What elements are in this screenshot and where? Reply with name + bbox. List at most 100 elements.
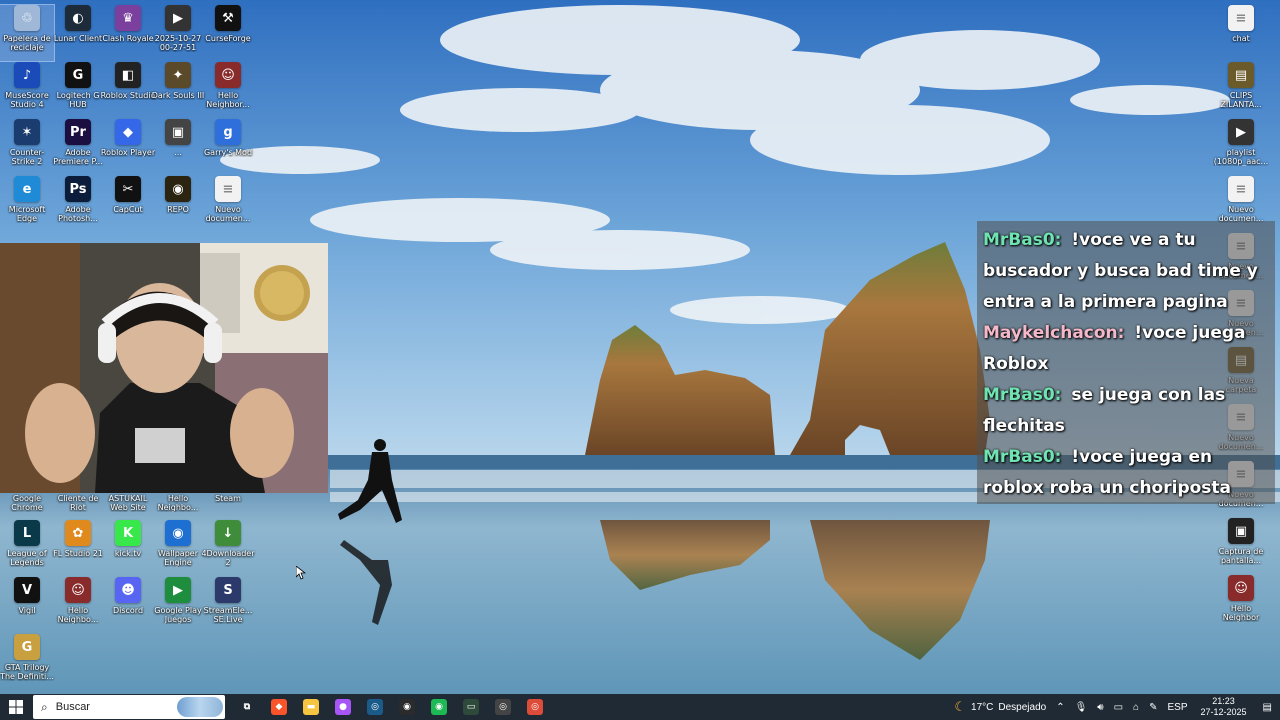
task-view-icon: ⧉ [239,699,255,715]
desktop-icon[interactable]: ♪ MuseScore Studio 4 [0,62,54,118]
pen-icon[interactable]: ✎ [1144,702,1162,713]
desktop-icon[interactable]: ☺ Hello Neighbor... [201,62,255,118]
desktop-icon-label: Adobe Premiere P... [53,148,103,166]
desktop-icon[interactable]: G GTA Trilogy The Definiti... [0,634,54,690]
downloader-icon: ↓ [215,520,241,546]
taskbar-app-button[interactable]: ◎ [487,694,519,720]
desktop-icon[interactable]: ◉ REPO [151,176,205,232]
desktop-icon-label: Lunar Client [53,34,103,43]
battery-icon[interactable]: ▭ [1109,702,1128,713]
desktop-icon-label: Discord [112,606,144,615]
desktop-icon-label: Google Play Juegos [154,606,202,624]
desktop-icon-label: 4Downloader 2 [201,549,255,567]
roblox-player-icon: ◆ [115,119,141,145]
taskbar-app-button[interactable]: ◎ [359,694,391,720]
text-document-icon: ≡ [1228,176,1254,202]
desktop-icon[interactable]: ⚒ CurseForge [201,5,255,61]
desktop-icon[interactable]: ▣ Captura de pantalla... [1214,518,1268,574]
desktop-icon-label: Dark Souls III [151,91,205,100]
gta-icon: G [14,634,40,660]
taskbar-search-box[interactable]: ⌕ Buscar [33,695,225,719]
network-icon[interactable]: ⌂ [1128,702,1144,713]
desktop-icon[interactable]: ▶ playlist (1080p_aac... [1214,119,1268,175]
spotify-icon: ◉ [431,699,447,715]
taskbar-app-button[interactable]: ● [327,694,359,720]
desktop-icon[interactable]: Pr Adobe Premiere P... [51,119,105,175]
brave-icon: ◆ [271,699,287,715]
desktop-icon-label: FL Studio 21 [53,549,103,558]
repo-game-icon: ◉ [165,176,191,202]
desktop-icon[interactable]: V Vigil [0,577,54,633]
taskbar-app-button[interactable]: ▬ [295,694,327,720]
taskbar-app-button[interactable]: ◎ [519,694,551,720]
desktop-icon[interactable]: Ps Adobe Photosh... [51,176,105,232]
desktop-icon[interactable]: ☺ Hello Neighbo... [51,577,105,633]
desktop-icon[interactable]: g Garry's Mod [201,119,255,175]
desktop-icon-label: Roblox Studio [100,91,156,100]
microphone-icon[interactable]: 🎙︎ [1070,702,1093,713]
taskbar-app-button[interactable]: ▭ [455,694,487,720]
desktop-icon-label: Cliente de Riot [57,494,99,512]
clock[interactable]: 21:23 27-12-2025 [1193,696,1255,718]
desktop-icon[interactable]: ♲ Papelera de reciclaje [0,4,55,62]
desktop-icon[interactable]: ✦ Dark Souls III [151,62,205,118]
desktop-icon[interactable]: ◆ Roblox Player [101,119,155,175]
desktop-icon-label: 2025-10-27 00-27-51 [154,34,202,52]
desktop-icon[interactable]: ▤ CLIPS ZILANTA... [1214,62,1268,118]
start-button[interactable] [0,694,32,720]
image-file-icon: ▣ [1228,518,1254,544]
desktop-icon[interactable]: ↓ 4Downloader 2 [201,520,255,576]
desktop-icon-label: Vigil [18,606,36,615]
desktop-icon[interactable]: e Microsoft Edge [0,176,54,232]
chat-message: MrBas0: !voce juega en roblox roba un ch… [983,442,1269,504]
desktop-icon[interactable]: ☺ Hello Neighbor [1214,575,1268,631]
windows-logo-icon [9,700,23,714]
desktop-icon-label: REPO [167,205,189,214]
desktop-icon[interactable]: S StreamEle... SE.Live [201,577,255,633]
desktop-icon[interactable]: ≡ chat [1214,5,1268,61]
steam-icon: ◎ [367,699,383,715]
logitech-icon: G [65,62,91,88]
search-highlight-image [177,697,223,717]
search-placeholder: Buscar [55,701,90,713]
discord-icon: ☻ [115,577,141,603]
tray-overflow-chevron-icon[interactable]: ⌃ [1051,702,1069,713]
roblox-studio-icon: ◧ [115,62,141,88]
desktop-icon-label: Captura de pantalla... [1218,547,1264,565]
language-indicator[interactable]: ESP [1162,702,1192,713]
desktop-icon[interactable]: ≡ Nuevo documen... [201,176,255,232]
desktop-icon-label: Hello Neighbo... [157,494,199,512]
desktop-icon-label: League of Legends [7,549,47,567]
desktop-icon[interactable]: ◐ Lunar Client [51,5,105,61]
desktop-icon[interactable]: Kkick.tv [101,520,155,576]
volume-icon[interactable]: 🔊︎ [1092,702,1108,713]
desktop-icon[interactable]: ✿ FL Studio 21 [51,520,105,576]
desktop-icon[interactable]: ☻ Discord [101,577,155,633]
lunar-client-icon: ◐ [65,5,91,31]
weather-widget[interactable]: ☾ 17°C Despejado [949,699,1051,715]
desktop-icon[interactable]: ✂ CapCut [101,176,155,232]
desktop-icon[interactable]: ▶ 2025-10-27 00-27-51 [151,5,205,61]
desktop-icon-label: ... [174,148,182,157]
notification-icon[interactable]: ▤ [1255,702,1280,713]
desktop-icon[interactable]: ♛ Clash Royale [101,5,155,61]
desktop-icon[interactable]: L League of Legends [0,520,54,576]
desktop-icon[interactable]: ▶ Google Play Juegos [151,577,205,633]
chat-username: Maykelchacon: [983,323,1125,343]
taskbar-app-button[interactable]: ◉ [423,694,455,720]
chat-username: MrBas0: [983,230,1062,250]
clock-time: 21:23 [1212,696,1235,706]
desktop-icon[interactable]: ✶ Counter-Strike 2 [0,119,54,175]
taskbar-app-button[interactable]: ◆ [263,694,295,720]
desktop-icon[interactable]: ▣... [151,119,205,175]
search-icon: ⌕ [41,699,48,714]
desktop-icon[interactable]: ◉ Wallpaper Engine [151,520,205,576]
vigil-icon: V [14,577,40,603]
taskbar-app-button[interactable]: ⧉ [231,694,263,720]
messenger-icon: ● [335,699,351,715]
desktop-icon[interactable]: ◧ Roblox Studio [101,62,155,118]
desktop-icon-label: kick.tv [114,549,142,558]
taskbar-app-button[interactable]: ◉ [391,694,423,720]
desktop-icon[interactable]: G Logitech G HUB [51,62,105,118]
taskbar-app-list: ⧉ ◆ ▬ ● ◎ ◉ ◉ ▭ ◎ ◎ [231,694,551,720]
